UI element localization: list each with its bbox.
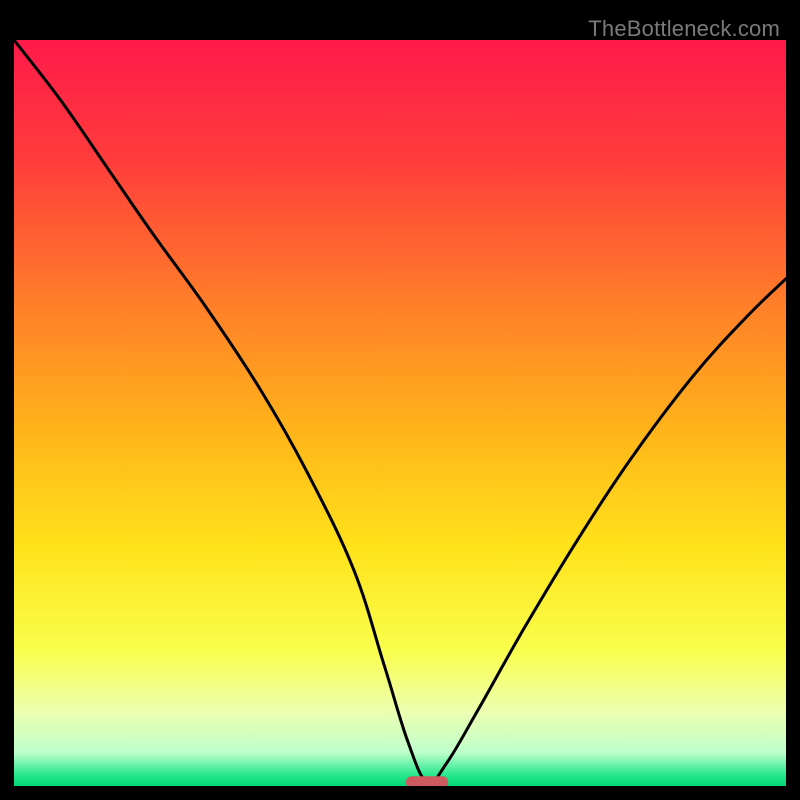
watermark-text: TheBottleneck.com [588, 16, 780, 42]
bottleneck-chart [14, 40, 786, 786]
optimal-marker [406, 776, 449, 786]
chart-background [14, 40, 786, 786]
